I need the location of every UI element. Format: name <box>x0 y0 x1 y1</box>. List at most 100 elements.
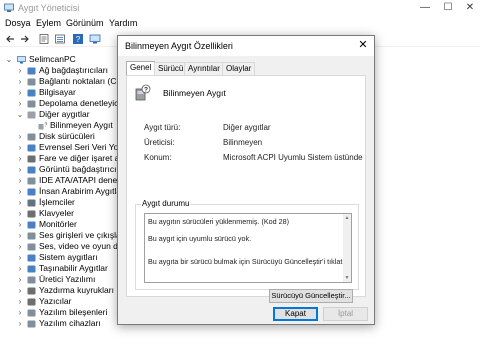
chevron-right-icon[interactable]: › <box>16 241 24 252</box>
device-category-icon <box>27 166 36 173</box>
device-category-icon <box>27 243 36 250</box>
chevron-down-icon[interactable]: ⌄ <box>5 54 13 65</box>
chevron-right-icon[interactable]: › <box>16 318 24 329</box>
chevron-right-icon[interactable]: › <box>16 131 24 142</box>
device-category-icon <box>27 155 36 162</box>
chevron-right-icon[interactable]: › <box>16 87 24 98</box>
status-scrollbar[interactable]: ▲ ▼ <box>343 214 351 282</box>
menu-bar: Dosya Eylem Görünüm Yardım <box>0 16 480 30</box>
chevron-right-icon[interactable]: › <box>16 230 24 241</box>
close-window-button[interactable]: ✕ <box>463 2 477 14</box>
chevron-right-icon[interactable]: › <box>16 208 24 219</box>
device-category-icon <box>27 89 36 96</box>
menu-action[interactable]: Eylem <box>36 18 61 28</box>
chevron-down-icon[interactable]: ⌄ <box>16 109 24 120</box>
svg-text:?: ? <box>76 35 81 44</box>
update-driver-button[interactable]: Sürücüyü Güncelleştir... <box>269 289 353 303</box>
tree-item-label: Bilinmeyen Aygıt <box>50 120 113 130</box>
dialog-titlebar: Bilinmeyen Aygıt Özellikleri ✕ <box>118 36 374 56</box>
chevron-right-icon[interactable]: › <box>16 219 24 230</box>
close-button[interactable]: Kapat <box>273 307 318 321</box>
device-category-icon <box>27 188 36 195</box>
chevron-right-icon[interactable]: › <box>16 285 24 296</box>
device-category-icon <box>27 298 36 305</box>
menu-help[interactable]: Yardım <box>109 18 137 28</box>
computer-icon <box>17 55 26 63</box>
cancel-button[interactable]: İptal <box>323 307 368 321</box>
scroll-down-icon[interactable]: ▼ <box>343 275 351 281</box>
device-category-icon <box>27 320 36 327</box>
chevron-right-icon[interactable]: › <box>16 65 24 76</box>
prop-device-type-value: Diğer aygıtlar <box>223 123 271 132</box>
tree-item-label: Üretici Yazılımı <box>39 274 96 284</box>
tree-item-label: Ses, video ve oyun den <box>39 241 128 251</box>
tree-item-label: Klavyeler <box>39 208 74 218</box>
properties-icon[interactable] <box>38 33 50 45</box>
chevron-right-icon[interactable]: › <box>16 186 24 197</box>
tree-item-label: Taşınabilir Aygıtlar <box>39 263 108 273</box>
device-name: Bilinmeyen Aygıt <box>163 88 226 98</box>
unknown-device-icon: ? <box>38 122 48 129</box>
prop-device-type-label: Aygıt türü: <box>144 123 181 132</box>
svg-text:?: ? <box>45 122 48 128</box>
window-title: Aygıt Yöneticisi <box>18 3 80 13</box>
chevron-right-icon[interactable]: › <box>16 164 24 175</box>
scroll-up-icon[interactable]: ▲ <box>343 215 351 221</box>
tree-item-label: Yazıcılar <box>39 296 72 306</box>
tab-driver[interactable]: Sürücü <box>154 62 188 75</box>
tree-item-label: İşlemciler <box>39 197 75 207</box>
prop-manufacturer-label: Üreticisi: <box>144 138 175 147</box>
chevron-right-icon[interactable]: › <box>16 153 24 164</box>
tree-item-label: Yazdırma kuyrukları <box>39 285 114 295</box>
menu-view[interactable]: Görünüm <box>66 18 104 28</box>
help-icon[interactable]: ? <box>72 33 84 45</box>
device-status-group: Aygıt durumu Bu aygıtın sürücüleri yükle… <box>135 199 359 290</box>
status-line-2: Bu aygıt için uyumlu sürücü yok. <box>148 234 252 243</box>
prop-location-label: Konum: <box>144 153 172 162</box>
tab-details[interactable]: Ayrıntılar <box>184 62 224 75</box>
forward-icon[interactable] <box>19 33 31 45</box>
tree-item-label: Görüntü bağdaştırıcıları <box>39 164 129 174</box>
chevron-right-icon[interactable]: › <box>16 274 24 285</box>
device-category-icon <box>27 199 36 206</box>
menu-file[interactable]: Dosya <box>5 18 31 28</box>
device-category-icon <box>27 78 36 85</box>
device-category-icon <box>27 67 36 74</box>
chevron-right-icon[interactable]: › <box>16 142 24 153</box>
svg-text:?: ? <box>144 87 148 94</box>
chevron-right-icon[interactable]: › <box>16 76 24 87</box>
tree-root-label: SelimcanPC <box>29 54 76 64</box>
tab-events[interactable]: Olaylar <box>222 62 256 75</box>
main-titlebar: Aygıt Yöneticisi — ☐ ✕ <box>0 0 480 16</box>
unknown-device-icon: ? <box>135 84 151 101</box>
device-category-icon <box>27 287 36 294</box>
chevron-right-icon[interactable]: › <box>16 197 24 208</box>
device-status-textbox[interactable]: Bu aygıtın sürücüleri yüklenmemiş. (Kod … <box>144 213 352 283</box>
chevron-right-icon[interactable]: › <box>16 98 24 109</box>
tree-item-label: İnsan Arabirim Aygıtları <box>39 186 127 196</box>
status-line-3: Bu aygıta bir sürücü bulmak için Sürücüy… <box>148 257 351 266</box>
properties-dialog: Bilinmeyen Aygıt Özellikleri ✕ Genel Sür… <box>117 35 375 325</box>
device-category-icon <box>27 144 36 151</box>
maximize-button[interactable]: ☐ <box>441 2 455 14</box>
tree-item-label: Monitörler <box>39 219 77 229</box>
dialog-title: Bilinmeyen Aygıt Özellikleri <box>125 41 233 51</box>
chevron-right-icon[interactable]: › <box>16 296 24 307</box>
chevron-right-icon[interactable]: › <box>16 263 24 274</box>
chevron-right-icon[interactable]: › <box>16 307 24 318</box>
back-icon[interactable] <box>4 33 16 45</box>
device-category-icon <box>27 309 36 316</box>
tab-general[interactable]: Genel <box>126 61 156 75</box>
device-category-icon <box>27 254 36 261</box>
chevron-right-icon[interactable]: › <box>16 252 24 263</box>
tree-item-label: Ağ bağdaştırıcıları <box>39 65 108 75</box>
chevron-right-icon[interactable]: › <box>16 175 24 186</box>
dialog-close-icon[interactable]: ✕ <box>356 38 370 52</box>
tree-item-label: Diğer aygıtlar <box>39 109 90 119</box>
device-category-icon <box>27 276 36 283</box>
list-icon[interactable] <box>54 33 66 45</box>
tree-item-label: Yazılım bileşenleri <box>39 307 108 317</box>
monitor-icon[interactable] <box>89 33 101 45</box>
minimize-button[interactable]: — <box>418 2 432 14</box>
device-status-label: Aygıt durumu <box>141 199 191 208</box>
